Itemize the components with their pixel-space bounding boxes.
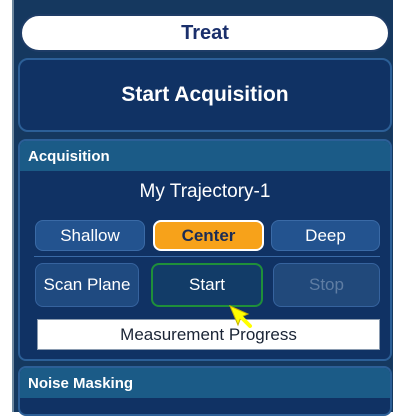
trajectory-name: My Trajectory-1 xyxy=(139,181,271,202)
shallow-button[interactable]: Shallow xyxy=(35,220,145,251)
noise-masking-section-header[interactable]: Noise Masking xyxy=(20,368,390,398)
center-button[interactable]: Center xyxy=(153,220,264,251)
scan-plane-button[interactable]: Scan Plane xyxy=(35,263,139,307)
noise-masking-section: Noise Masking xyxy=(18,366,392,416)
stop-button[interactable]: Stop xyxy=(273,263,380,307)
acquisition-section: Acquisition My Trajectory-1 Shallow Cent… xyxy=(18,139,392,361)
deep-button[interactable]: Deep xyxy=(271,220,380,251)
start-acquisition-button[interactable]: Start Acquisition xyxy=(18,58,392,132)
acquisition-section-header: Acquisition xyxy=(20,141,390,171)
divider xyxy=(34,256,380,257)
measurement-progress-bar: Measurement Progress xyxy=(37,319,380,350)
mouse-pointer-arrow-icon xyxy=(229,305,252,328)
tab-treat[interactable]: Treat xyxy=(20,14,390,52)
start-button[interactable]: Start xyxy=(151,263,263,307)
